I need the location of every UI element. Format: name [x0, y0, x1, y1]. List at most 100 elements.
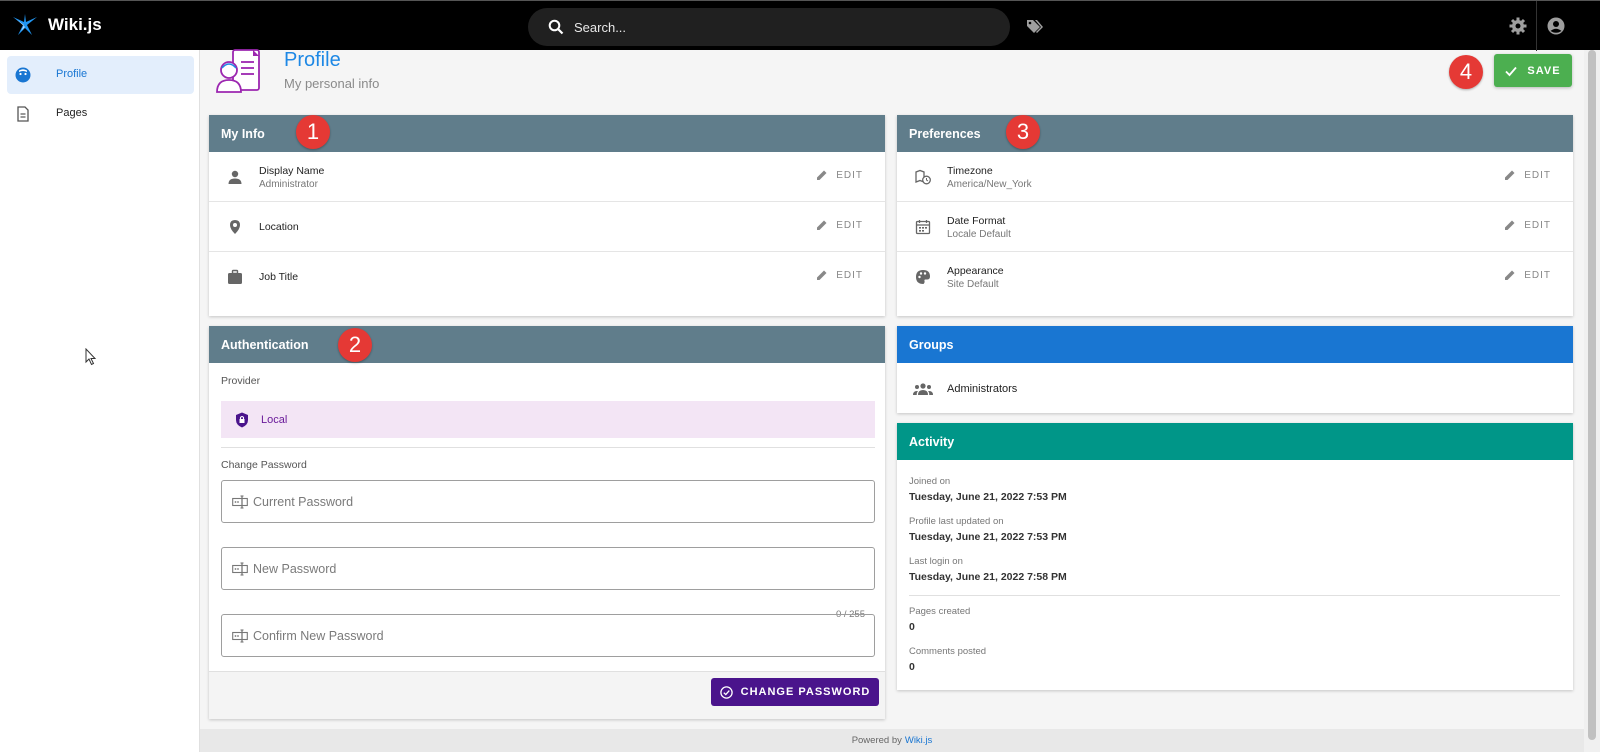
- provider-chip: Local: [221, 401, 875, 438]
- edit-label: EDIT: [836, 219, 863, 231]
- card-title: Authentication: [221, 337, 309, 352]
- pages-created-label: Pages created: [909, 606, 971, 617]
- pencil-icon: [1505, 220, 1515, 230]
- gear-icon[interactable]: [1509, 17, 1527, 35]
- edit-label: EDIT: [1524, 219, 1551, 231]
- mouse-cursor-icon: [85, 348, 97, 366]
- footer: Powered by Wiki.js: [200, 729, 1584, 752]
- date-format-row: Date Format Locale Default EDIT: [897, 202, 1573, 252]
- top-bar: Wiki.js Search...: [0, 0, 1600, 51]
- last-login-value: Tuesday, June 21, 2022 7:58 PM: [909, 571, 1067, 583]
- edit-label: EDIT: [836, 169, 863, 181]
- textbox-password-icon: [232, 628, 248, 643]
- pencil-icon: [817, 270, 827, 280]
- annotation-badge-4: 4: [1449, 55, 1483, 89]
- activity-header: Activity: [897, 423, 1573, 460]
- edit-label: EDIT: [1524, 269, 1551, 281]
- sidebar-item-label: Profile: [56, 68, 88, 80]
- edit-job-title-button[interactable]: EDIT: [816, 269, 863, 281]
- updated-value: Tuesday, June 21, 2022 7:53 PM: [909, 531, 1067, 543]
- location-pin-icon: [230, 220, 240, 234]
- provider-label: Provider: [221, 375, 261, 387]
- pencil-icon: [1505, 270, 1515, 280]
- calendar-icon: [915, 220, 931, 235]
- card-title: Groups: [909, 337, 954, 352]
- row-label: Appearance: [947, 265, 1004, 277]
- annotation-badge-3: 3: [1006, 115, 1040, 149]
- group-name: Administrators: [947, 383, 1018, 395]
- footer-prefix: Powered by: [851, 735, 902, 746]
- authentication-header: Authentication: [209, 326, 885, 363]
- account-group-icon: [913, 383, 933, 395]
- authentication-footer: CHANGE PASSWORD: [209, 671, 885, 719]
- groups-card: Groups Administrators: [897, 326, 1573, 413]
- edit-location-button[interactable]: EDIT: [816, 219, 863, 231]
- sidebar-item-profile[interactable]: Profile: [7, 56, 194, 94]
- check-circle-icon: [719, 685, 733, 699]
- row-value: Locale Default: [947, 229, 1011, 240]
- scrollbar-thumb[interactable]: [1588, 50, 1596, 740]
- new-password-placeholder: New Password: [253, 561, 337, 576]
- timezone-row: Timezone America/New_York EDIT: [897, 152, 1573, 202]
- preferences-card: Preferences Timezone America/New_York ED…: [897, 115, 1573, 316]
- joined-label: Joined on: [909, 476, 951, 487]
- activity-body: Joined on Tuesday, June 21, 2022 7:53 PM…: [897, 460, 1573, 690]
- footer-link[interactable]: Wiki.js: [905, 735, 932, 746]
- row-value: America/New_York: [947, 179, 1032, 190]
- confirm-password-field[interactable]: Confirm New Password: [221, 614, 875, 657]
- edit-display-name-button[interactable]: EDIT: [816, 169, 863, 181]
- tags-icon[interactable]: [1026, 18, 1044, 34]
- person-icon: [228, 170, 242, 184]
- pencil-icon: [817, 220, 827, 230]
- page-subtitle: My personal info: [284, 76, 380, 91]
- provider-name: Local: [261, 413, 288, 426]
- divider: [221, 447, 875, 448]
- sidebar-item-pages[interactable]: Pages: [7, 95, 194, 133]
- annotation-badge-1: 1: [296, 115, 330, 149]
- wikijs-logo-icon: [13, 14, 37, 35]
- card-title: Preferences: [909, 126, 981, 141]
- check-icon: [1505, 66, 1518, 76]
- edit-label: EDIT: [836, 269, 863, 281]
- search-icon: [548, 19, 564, 35]
- page-title: Profile: [284, 49, 341, 71]
- job-title-row: Job Title EDIT: [209, 252, 885, 302]
- page-icon: [17, 106, 29, 122]
- change-password-label: Change Password: [221, 459, 307, 471]
- textbox-password-icon: [232, 561, 248, 576]
- row-value: Site Default: [947, 279, 999, 290]
- textbox-password-icon: [232, 494, 248, 509]
- row-value: Administrator: [259, 179, 318, 190]
- current-password-field[interactable]: Current Password: [221, 480, 875, 523]
- profile-face-icon: [15, 67, 31, 83]
- appearance-row: Appearance Site Default EDIT: [897, 252, 1573, 302]
- confirm-password-placeholder: Confirm New Password: [253, 628, 384, 643]
- app-name: Wiki.js: [48, 15, 102, 34]
- pencil-icon: [1505, 170, 1515, 180]
- group-item[interactable]: Administrators: [897, 363, 1573, 413]
- edit-date-format-button[interactable]: EDIT: [1504, 219, 1551, 231]
- groups-header: Groups: [897, 326, 1573, 363]
- authentication-body: Provider Local Change Password Current P…: [209, 363, 885, 673]
- search-placeholder: Search...: [574, 19, 627, 35]
- card-title: My Info: [221, 126, 265, 141]
- row-label: Timezone: [947, 165, 993, 177]
- sidebar-item-label: Pages: [56, 107, 88, 119]
- account-icon[interactable]: [1547, 17, 1565, 35]
- save-button[interactable]: SAVE: [1494, 54, 1572, 87]
- change-password-button[interactable]: CHANGE PASSWORD: [711, 678, 879, 706]
- new-password-field[interactable]: New Password: [221, 547, 875, 590]
- scrollbar[interactable]: [1584, 50, 1600, 752]
- divider: [909, 595, 1560, 596]
- edit-appearance-button[interactable]: EDIT: [1504, 269, 1551, 281]
- palette-icon: [916, 270, 930, 284]
- comments-posted-value: 0: [909, 661, 915, 673]
- row-label: Date Format: [947, 215, 1006, 227]
- edit-timezone-button[interactable]: EDIT: [1504, 169, 1551, 181]
- annotation-badge-2: 2: [338, 328, 372, 362]
- last-login-label: Last login on: [909, 556, 963, 567]
- search-input[interactable]: Search...: [528, 8, 1010, 46]
- row-label: Job Title: [259, 271, 299, 283]
- brand[interactable]: Wiki.js: [12, 13, 102, 37]
- pages-created-value: 0: [909, 621, 915, 633]
